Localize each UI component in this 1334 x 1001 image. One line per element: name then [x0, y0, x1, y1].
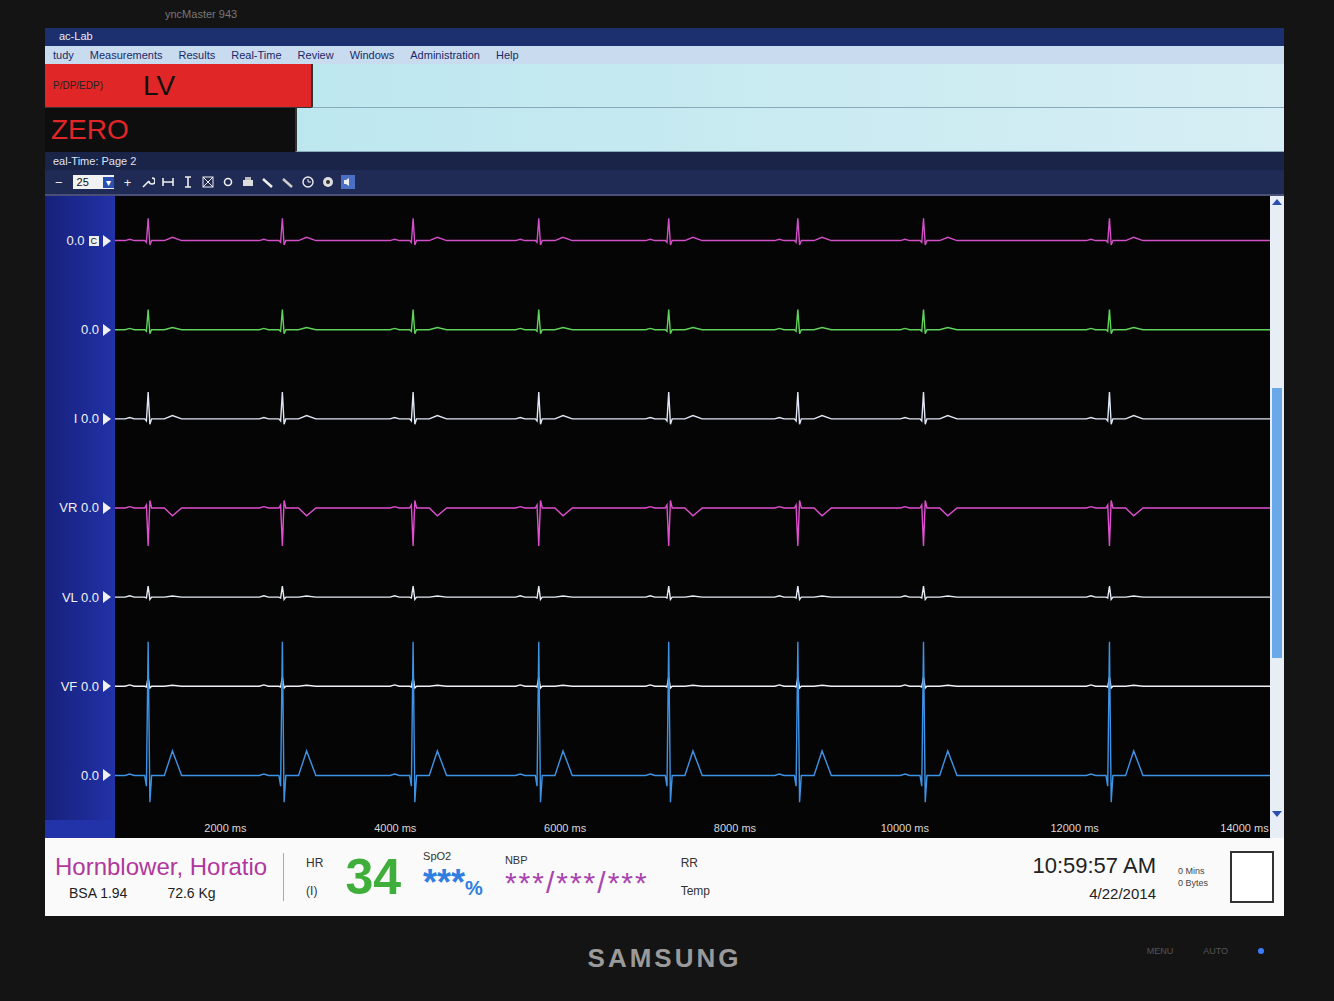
channel-label: VL 0.0 — [45, 553, 115, 642]
channel-label: VR 0.0 — [45, 463, 115, 552]
dropdown-arrow-icon[interactable]: ▾ — [103, 177, 114, 188]
print-icon[interactable] — [241, 175, 255, 189]
nbp: NBP ***/***/*** — [505, 854, 649, 900]
zero-value-panel — [295, 108, 1284, 152]
baseline-marker-icon[interactable] — [103, 591, 111, 603]
menu-item[interactable]: tudy — [53, 49, 74, 61]
cursor-icon[interactable] — [181, 175, 195, 189]
save-button[interactable] — [1230, 851, 1274, 903]
menu-item[interactable]: Measurements — [90, 49, 163, 61]
grid-icon[interactable] — [201, 175, 215, 189]
toolbar: − 25 ▾ + — [45, 170, 1284, 196]
ecg-trace — [115, 310, 1270, 334]
channel-labels: 0.0 C 0.0 I 0.0 VR 0.0 VL 0.0 VF 0.0 0.0 — [45, 196, 115, 820]
channel-label: VF 0.0 — [45, 642, 115, 731]
ecg-trace — [115, 642, 1270, 802]
title-bar: ac-Lab — [45, 28, 1284, 46]
hr-label: HR(I) — [306, 856, 323, 898]
ecg-trace — [115, 392, 1270, 424]
pressure-value-panel — [311, 64, 1284, 108]
menu-item[interactable]: Help — [496, 49, 519, 61]
zoom-out-button[interactable]: − — [51, 175, 67, 190]
ruler-icon[interactable] — [261, 175, 275, 189]
ruler-icon[interactable] — [281, 175, 295, 189]
baseline-marker-icon[interactable] — [103, 324, 111, 336]
ecg-trace — [115, 500, 1270, 545]
menu-item[interactable]: Results — [179, 49, 216, 61]
monitor-bezel: yncMaster 943 ac-Lab tudy Measurements Res… — [0, 0, 1334, 1001]
monitor-chin: SAMSUNG MENU AUTO — [45, 916, 1284, 1001]
channel-label: 0.0 C — [45, 196, 115, 285]
ecg-trace — [115, 218, 1270, 245]
monitor-model: yncMaster 943 — [45, 0, 1284, 28]
ecg-chart: 0.0 C 0.0 I 0.0 VR 0.0 VL 0.0 VF 0.0 0.0 — [45, 196, 1284, 820]
scroll-up-icon[interactable] — [1272, 199, 1282, 205]
heart-rate: 34 — [345, 848, 401, 906]
channel-label: 0.0 — [45, 731, 115, 820]
clock: 10:59:57 AM 4/22/2014 — [1032, 853, 1156, 902]
baseline-marker-icon[interactable] — [103, 769, 111, 781]
menu-item[interactable]: Real-Time — [231, 49, 281, 61]
axis-tick: 10000 ms — [881, 822, 929, 834]
status-bar: Hornblower, Horatio BSA 1.9472.6 Kg HR(I… — [45, 838, 1284, 916]
axis-tick: 2000 ms — [204, 822, 246, 834]
patient-info: Hornblower, Horatio BSA 1.9472.6 Kg — [55, 853, 284, 901]
ecg-trace — [115, 586, 1270, 599]
clock-icon[interactable] — [301, 175, 315, 189]
ecg-plot — [115, 196, 1270, 820]
channel-label: I 0.0 — [45, 374, 115, 463]
gear-icon[interactable] — [221, 175, 235, 189]
menu-item[interactable]: Windows — [350, 49, 395, 61]
axis-tick: 8000 ms — [714, 822, 756, 834]
power-led-icon — [1258, 948, 1264, 954]
monitor-button[interactable]: MENU — [1147, 946, 1174, 956]
brand-logo: SAMSUNG — [588, 943, 742, 974]
sweep-dropdown[interactable]: 25 ▾ — [73, 175, 114, 189]
baseline-marker-icon[interactable] — [103, 502, 111, 514]
zero-label[interactable]: ZERO — [45, 108, 295, 152]
time-axis: 2000 ms 4000 ms 6000 ms 8000 ms 10000 ms 1200… — [45, 820, 1284, 838]
pressure-site[interactable]: P/DP/EDP) LV — [45, 64, 311, 108]
record-icon[interactable] — [321, 175, 335, 189]
speaker-icon[interactable] — [341, 175, 355, 189]
wrench-icon[interactable] — [141, 175, 155, 189]
scroll-thumb[interactable] — [1272, 388, 1282, 658]
spo2: SpO2 ***% — [423, 850, 483, 904]
recording-info: 0 Mins0 Bytes — [1178, 866, 1208, 888]
menu-item[interactable]: Review — [298, 49, 334, 61]
channel-badge: C — [89, 236, 100, 246]
monitor-button[interactable]: AUTO — [1203, 946, 1228, 956]
ecg-trace — [115, 677, 1270, 688]
baseline-marker-icon[interactable] — [103, 235, 111, 247]
pressure-header: P/DP/EDP) LV ZERO — [45, 64, 1284, 152]
page-title: eal-Time: Page 2 — [45, 152, 1284, 170]
menu-bar: tudy Measurements Results Real-Time Review Wi… — [45, 46, 1284, 64]
channel-label: 0.0 — [45, 285, 115, 374]
baseline-marker-icon[interactable] — [103, 413, 111, 425]
screen: ac-Lab tudy Measurements Results Real-Time R… — [45, 28, 1284, 916]
menu-item[interactable]: Administration — [410, 49, 480, 61]
scroll-down-icon[interactable] — [1272, 811, 1282, 817]
rr-temp: RRTemp — [681, 856, 710, 898]
zoom-in-button[interactable]: + — [120, 175, 136, 190]
axis-tick: 14000 ms — [1220, 822, 1268, 834]
axis-tick: 6000 ms — [544, 822, 586, 834]
axis-tick: 4000 ms — [374, 822, 416, 834]
baseline-marker-icon[interactable] — [103, 680, 111, 692]
axis-tick: 12000 ms — [1051, 822, 1099, 834]
caliper-icon[interactable] — [161, 175, 175, 189]
scrollbar[interactable] — [1270, 196, 1284, 820]
